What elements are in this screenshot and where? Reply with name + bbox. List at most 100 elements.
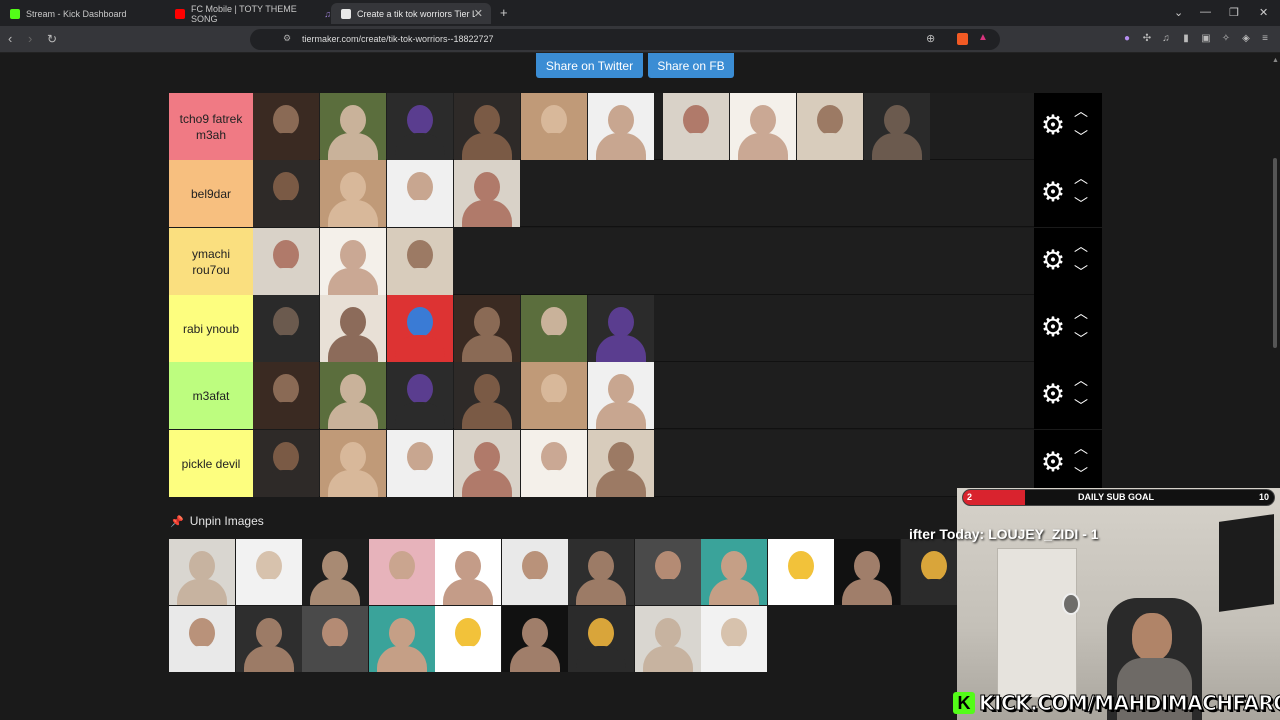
tier-item-image[interactable] [253,160,319,227]
gear-icon[interactable]: ⚙ [1040,247,1066,274]
chevron-up-icon[interactable]: ︿ [1074,168,1088,188]
tier-item-image[interactable] [521,93,587,160]
pool-item-image[interactable] [568,539,634,605]
tier-item-image[interactable] [454,295,520,362]
tier-item-image[interactable] [663,93,729,160]
tier-item-image[interactable] [730,93,796,160]
pool-item-image[interactable] [634,539,701,605]
extension-icon[interactable]: ● [1121,33,1133,45]
pool-item-image[interactable] [235,606,302,672]
tier-label[interactable]: rabi ynoub [169,295,253,362]
menu-icon[interactable]: ≡ [1259,33,1271,45]
tier-item-image[interactable] [588,362,654,429]
gear-icon[interactable]: ⚙ [1040,314,1066,341]
tier-item-image[interactable] [320,228,386,295]
forward-icon[interactable]: › [28,32,32,46]
tier-item-image[interactable] [521,295,587,362]
tier-item-image[interactable] [454,362,520,429]
pool-item-image[interactable] [435,539,501,605]
chevron-down-icon[interactable]: ﹀ [1074,127,1088,147]
pool-item-image[interactable] [634,606,701,672]
tier-item-image[interactable] [797,93,863,160]
chevron-down-icon[interactable]: ﹀ [1074,396,1088,416]
scrollbar-thumb[interactable] [1273,158,1277,348]
chevron-up-icon[interactable]: ︿ [1074,101,1088,121]
tier-item-image[interactable] [387,295,453,362]
pool-item-image[interactable] [501,606,568,672]
pool-item-image[interactable] [568,606,634,672]
pool-item-image[interactable] [368,606,435,672]
gear-icon[interactable]: ⚙ [1040,179,1066,206]
sidebar-icon[interactable]: ▮ [1180,33,1192,45]
tier-item-image[interactable] [588,430,654,497]
tier-item-image[interactable] [387,430,453,497]
chevron-up-icon[interactable]: ︿ [1074,303,1088,323]
close-tab-icon[interactable]: ✕ [474,7,483,20]
tier-item-image[interactable] [320,295,386,362]
tier-item-image[interactable] [253,93,319,160]
new-tab-button[interactable]: + [500,5,508,20]
pool-item-image[interactable] [501,539,568,605]
maximize-button[interactable]: ❐ [1229,6,1239,19]
gear-icon[interactable]: ⚙ [1040,449,1066,476]
tier-label[interactable]: ymachi rou7ou [169,228,253,295]
chevron-up-icon[interactable]: ︿ [1074,370,1088,390]
brave-rewards-icon[interactable]: ▲ [978,32,988,43]
wallet-icon[interactable]: ▣ [1200,33,1212,45]
tier-item-image[interactable] [387,160,453,227]
chevron-down-icon[interactable]: ﹀ [1074,464,1088,484]
chevron-down-icon[interactable]: ﹀ [1074,194,1088,214]
scroll-up-icon[interactable]: ▲ [1272,57,1279,64]
back-icon[interactable]: ‹ [8,32,12,46]
chevron-down-icon[interactable]: ﹀ [1074,262,1088,282]
tier-item-image[interactable] [521,362,587,429]
pool-item-image[interactable] [701,539,767,605]
extensions-puzzle-icon[interactable]: ✣ [1141,33,1153,45]
tier-item-image[interactable] [454,93,520,160]
tier-label[interactable]: m3afat [169,362,253,429]
tier-item-image[interactable] [253,228,319,295]
tier-item-image[interactable] [387,228,453,295]
gear-icon[interactable]: ⚙ [1040,112,1066,139]
tier-item-image[interactable] [864,93,930,160]
pool-item-image[interactable] [701,606,767,672]
tier-item-image[interactable] [454,430,520,497]
chevron-up-icon[interactable]: ︿ [1074,438,1088,458]
minimize-button[interactable]: — [1200,6,1211,18]
reload-icon[interactable]: ↻ [47,32,57,46]
pool-item-image[interactable] [435,606,501,672]
brave-shields-icon[interactable] [957,33,968,45]
pool-item-image[interactable] [302,606,368,672]
pool-item-image[interactable] [169,606,235,672]
tier-item-image[interactable] [320,430,386,497]
tier-item-image[interactable] [253,295,319,362]
media-control-icon[interactable]: ♫ [1160,33,1172,45]
tier-item-image[interactable] [387,93,453,160]
pool-item-image[interactable] [767,539,834,605]
tier-item-image[interactable] [320,362,386,429]
tier-item-image[interactable] [521,430,587,497]
tier-label[interactable]: tcho9 fatrek m3ah [169,93,253,160]
pool-item-image[interactable] [834,539,900,605]
pool-item-image[interactable] [302,539,368,605]
tier-item-image[interactable] [387,362,453,429]
chevron-up-icon[interactable]: ︿ [1074,236,1088,256]
tier-item-image[interactable] [320,160,386,227]
site-info-icon[interactable]: ⚙ [283,33,291,44]
tab-fc-mobile[interactable]: FC Mobile | TOTY THEME SONG ♫ [165,3,331,24]
tier-item-image[interactable] [588,295,654,362]
unpin-images-toggle[interactable]: 📌 Unpin Images [170,514,264,528]
tier-label[interactable]: pickle devil [169,430,253,497]
pool-item-image[interactable] [235,539,302,605]
share-facebook-button[interactable]: Share on FB [648,53,734,78]
tab-kick-dashboard[interactable]: Stream - Kick Dashboard [0,3,165,24]
chevron-down-icon[interactable]: ﹀ [1074,329,1088,349]
leo-ai-icon[interactable]: ✧ [1220,33,1232,45]
close-window-button[interactable]: ✕ [1259,6,1268,19]
pool-item-image[interactable] [368,539,435,605]
tier-item-image[interactable] [320,93,386,160]
vpn-icon[interactable]: ◈ [1240,33,1252,45]
tab-search-icon[interactable]: ⌄ [1174,6,1183,19]
tier-label[interactable]: bel9dar [169,160,253,227]
tier-item-image[interactable] [454,160,520,227]
